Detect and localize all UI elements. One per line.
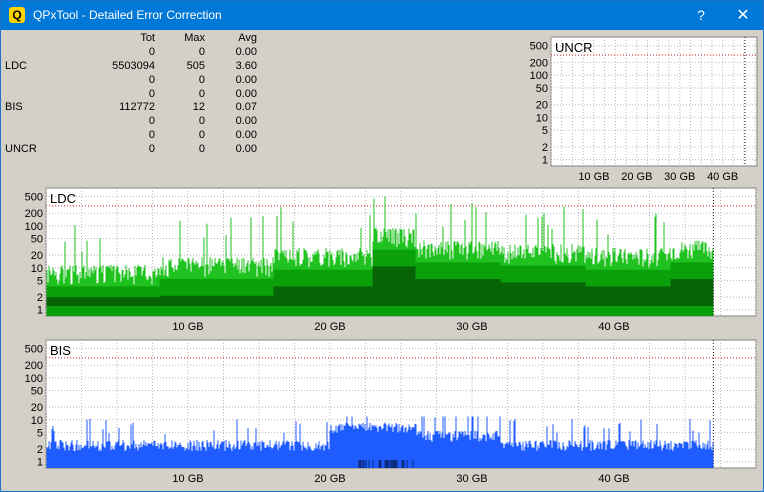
stats-row-name: BIS: [5, 101, 23, 114]
stats-row-max: 0: [198, 87, 205, 100]
x-tick-label: 30 GB: [456, 321, 487, 333]
stats-row-name: LDC: [5, 59, 28, 72]
stats-row: 0 0 0.00: [3, 129, 263, 143]
x-tick-label: 10 GB: [172, 321, 203, 333]
stats-row-tot: 0: [148, 45, 155, 58]
y-tick-label: 20: [536, 100, 548, 112]
x-tick-label: 20 GB: [621, 171, 652, 183]
chart-title: BIS: [50, 343, 71, 358]
stats-header-avg: Avg: [238, 32, 257, 44]
stats-header-row: Tot Max Avg: [3, 32, 263, 46]
y-tick-label: 10: [31, 415, 43, 427]
stats-row-tot: 112772: [119, 101, 155, 114]
y-tick-label: 500: [530, 41, 548, 53]
stats-row-tot: 0: [148, 73, 155, 86]
y-tick-label: 5: [542, 125, 548, 137]
app-window: Q QPxTool - Detailed Error Correction ? …: [0, 0, 764, 492]
stats-row-max: 0: [198, 129, 205, 142]
chart-title: UNCR: [555, 40, 593, 55]
y-tick-label: 100: [25, 373, 43, 385]
x-tick-label: 20 GB: [314, 473, 345, 485]
y-tick-label: 500: [25, 192, 43, 204]
y-tick-label: 5: [37, 275, 43, 287]
stats-row-max: 0: [198, 115, 205, 128]
stats-row: LDC 5503094 505 3.60: [3, 60, 263, 74]
y-tick-label: 2: [542, 142, 548, 154]
stats-row-max: 12: [192, 101, 205, 114]
stats-row-avg: 0.00: [235, 45, 257, 58]
stats-header-max: Max: [184, 32, 205, 44]
x-tick-label: 40 GB: [598, 473, 629, 485]
y-tick-label: 20: [31, 402, 43, 414]
x-tick-label: 30 GB: [456, 473, 487, 485]
stats-header-tot: Tot: [140, 32, 155, 44]
client-area: Tot Max Avg 0 0 0.00 LDC 5503094 505 3.60 0 0 0.0…: [1, 30, 763, 491]
y-tick-label: 1: [37, 457, 43, 469]
stats-row-max: 0: [198, 45, 205, 58]
stats-row-tot: 0: [148, 143, 155, 156]
stats-row-max: 0: [198, 143, 205, 156]
stats-row-avg: 0.00: [235, 129, 257, 142]
y-tick-label: 200: [25, 360, 43, 372]
stats-row: 0 0 0.00: [3, 88, 263, 102]
window-title: QPxTool - Detailed Error Correction: [33, 8, 222, 22]
stats-row: 0 0 0.00: [3, 46, 263, 60]
y-tick-label: 50: [31, 233, 43, 245]
chart-title: LDC: [50, 191, 76, 206]
y-tick-label: 200: [530, 57, 548, 69]
stats-row-max: 505: [186, 59, 205, 72]
y-tick-label: 200: [25, 208, 43, 220]
stats-row: UNCR 0 0 0.00: [3, 143, 263, 157]
stats-rows: 0 0 0.00 LDC 5503094 505 3.60 0 0 0.00 0 0 0.00 BIS 11…: [3, 46, 263, 157]
x-tick-label: 30 GB: [664, 171, 695, 183]
y-tick-label: 500: [25, 344, 43, 356]
stats-row-avg: 0.00: [235, 115, 257, 128]
y-tick-label: 5: [37, 427, 43, 439]
x-tick-label: 10 GB: [172, 473, 203, 485]
stats-row: 0 0 0.00: [3, 115, 263, 129]
stats-row-tot: 0: [148, 115, 155, 128]
help-button[interactable]: ?: [683, 1, 719, 30]
y-tick-label: 20: [31, 250, 43, 262]
stats-row-tot: 0: [148, 87, 155, 100]
stats-row-avg: 0.07: [235, 101, 257, 114]
y-tick-label: 50: [31, 385, 43, 397]
uncr-chart: 500 20010050 20105 21 10 GB 20 GB 30 GB 40 GB UN…: [530, 36, 758, 183]
stats-row-avg: 0.00: [235, 73, 257, 86]
bis-chart: 500 20010050 20105 21 10 GB 20 GB 30 GB 40 GB BI…: [25, 339, 757, 485]
stats-row-avg: 3.60: [235, 59, 257, 72]
stats-row-tot: 5503094: [112, 59, 155, 72]
y-tick-label: 1: [37, 305, 43, 317]
close-button[interactable]: ✕: [725, 1, 761, 30]
x-tick-label: 20 GB: [314, 321, 345, 333]
stats-row: 0 0 0.00: [3, 74, 263, 88]
app-logo-icon: Q: [9, 7, 25, 23]
stats-row-name: UNCR: [5, 143, 37, 156]
x-tick-label: 40 GB: [707, 171, 738, 183]
stats-row-max: 0: [198, 73, 205, 86]
y-tick-label: 10: [536, 112, 548, 124]
y-tick-label: 100: [530, 70, 548, 82]
title-bar[interactable]: Q QPxTool - Detailed Error Correction ? …: [1, 1, 763, 30]
x-tick-label: 40 GB: [598, 321, 629, 333]
y-tick-label: 2: [37, 292, 43, 304]
ldc-chart: 500 20010050 20105 21 10 GB 20 GB 30 GB 40 GB LD…: [25, 187, 757, 333]
stats-row-avg: 0.00: [235, 87, 257, 100]
y-tick-label: 1: [542, 155, 548, 167]
x-tick-label: 10 GB: [578, 171, 609, 183]
stats-table: Tot Max Avg 0 0 0.00 LDC 5503094 505 3.60 0 0 0.0…: [3, 32, 263, 157]
stats-row-avg: 0.00: [235, 143, 257, 156]
stats-row: BIS 112772 12 0.07: [3, 101, 263, 115]
y-tick-label: 100: [25, 221, 43, 233]
y-tick-label: 2: [37, 444, 43, 456]
stats-row-tot: 0: [148, 129, 155, 142]
y-tick-label: 50: [536, 83, 548, 95]
y-tick-label: 10: [31, 263, 43, 275]
